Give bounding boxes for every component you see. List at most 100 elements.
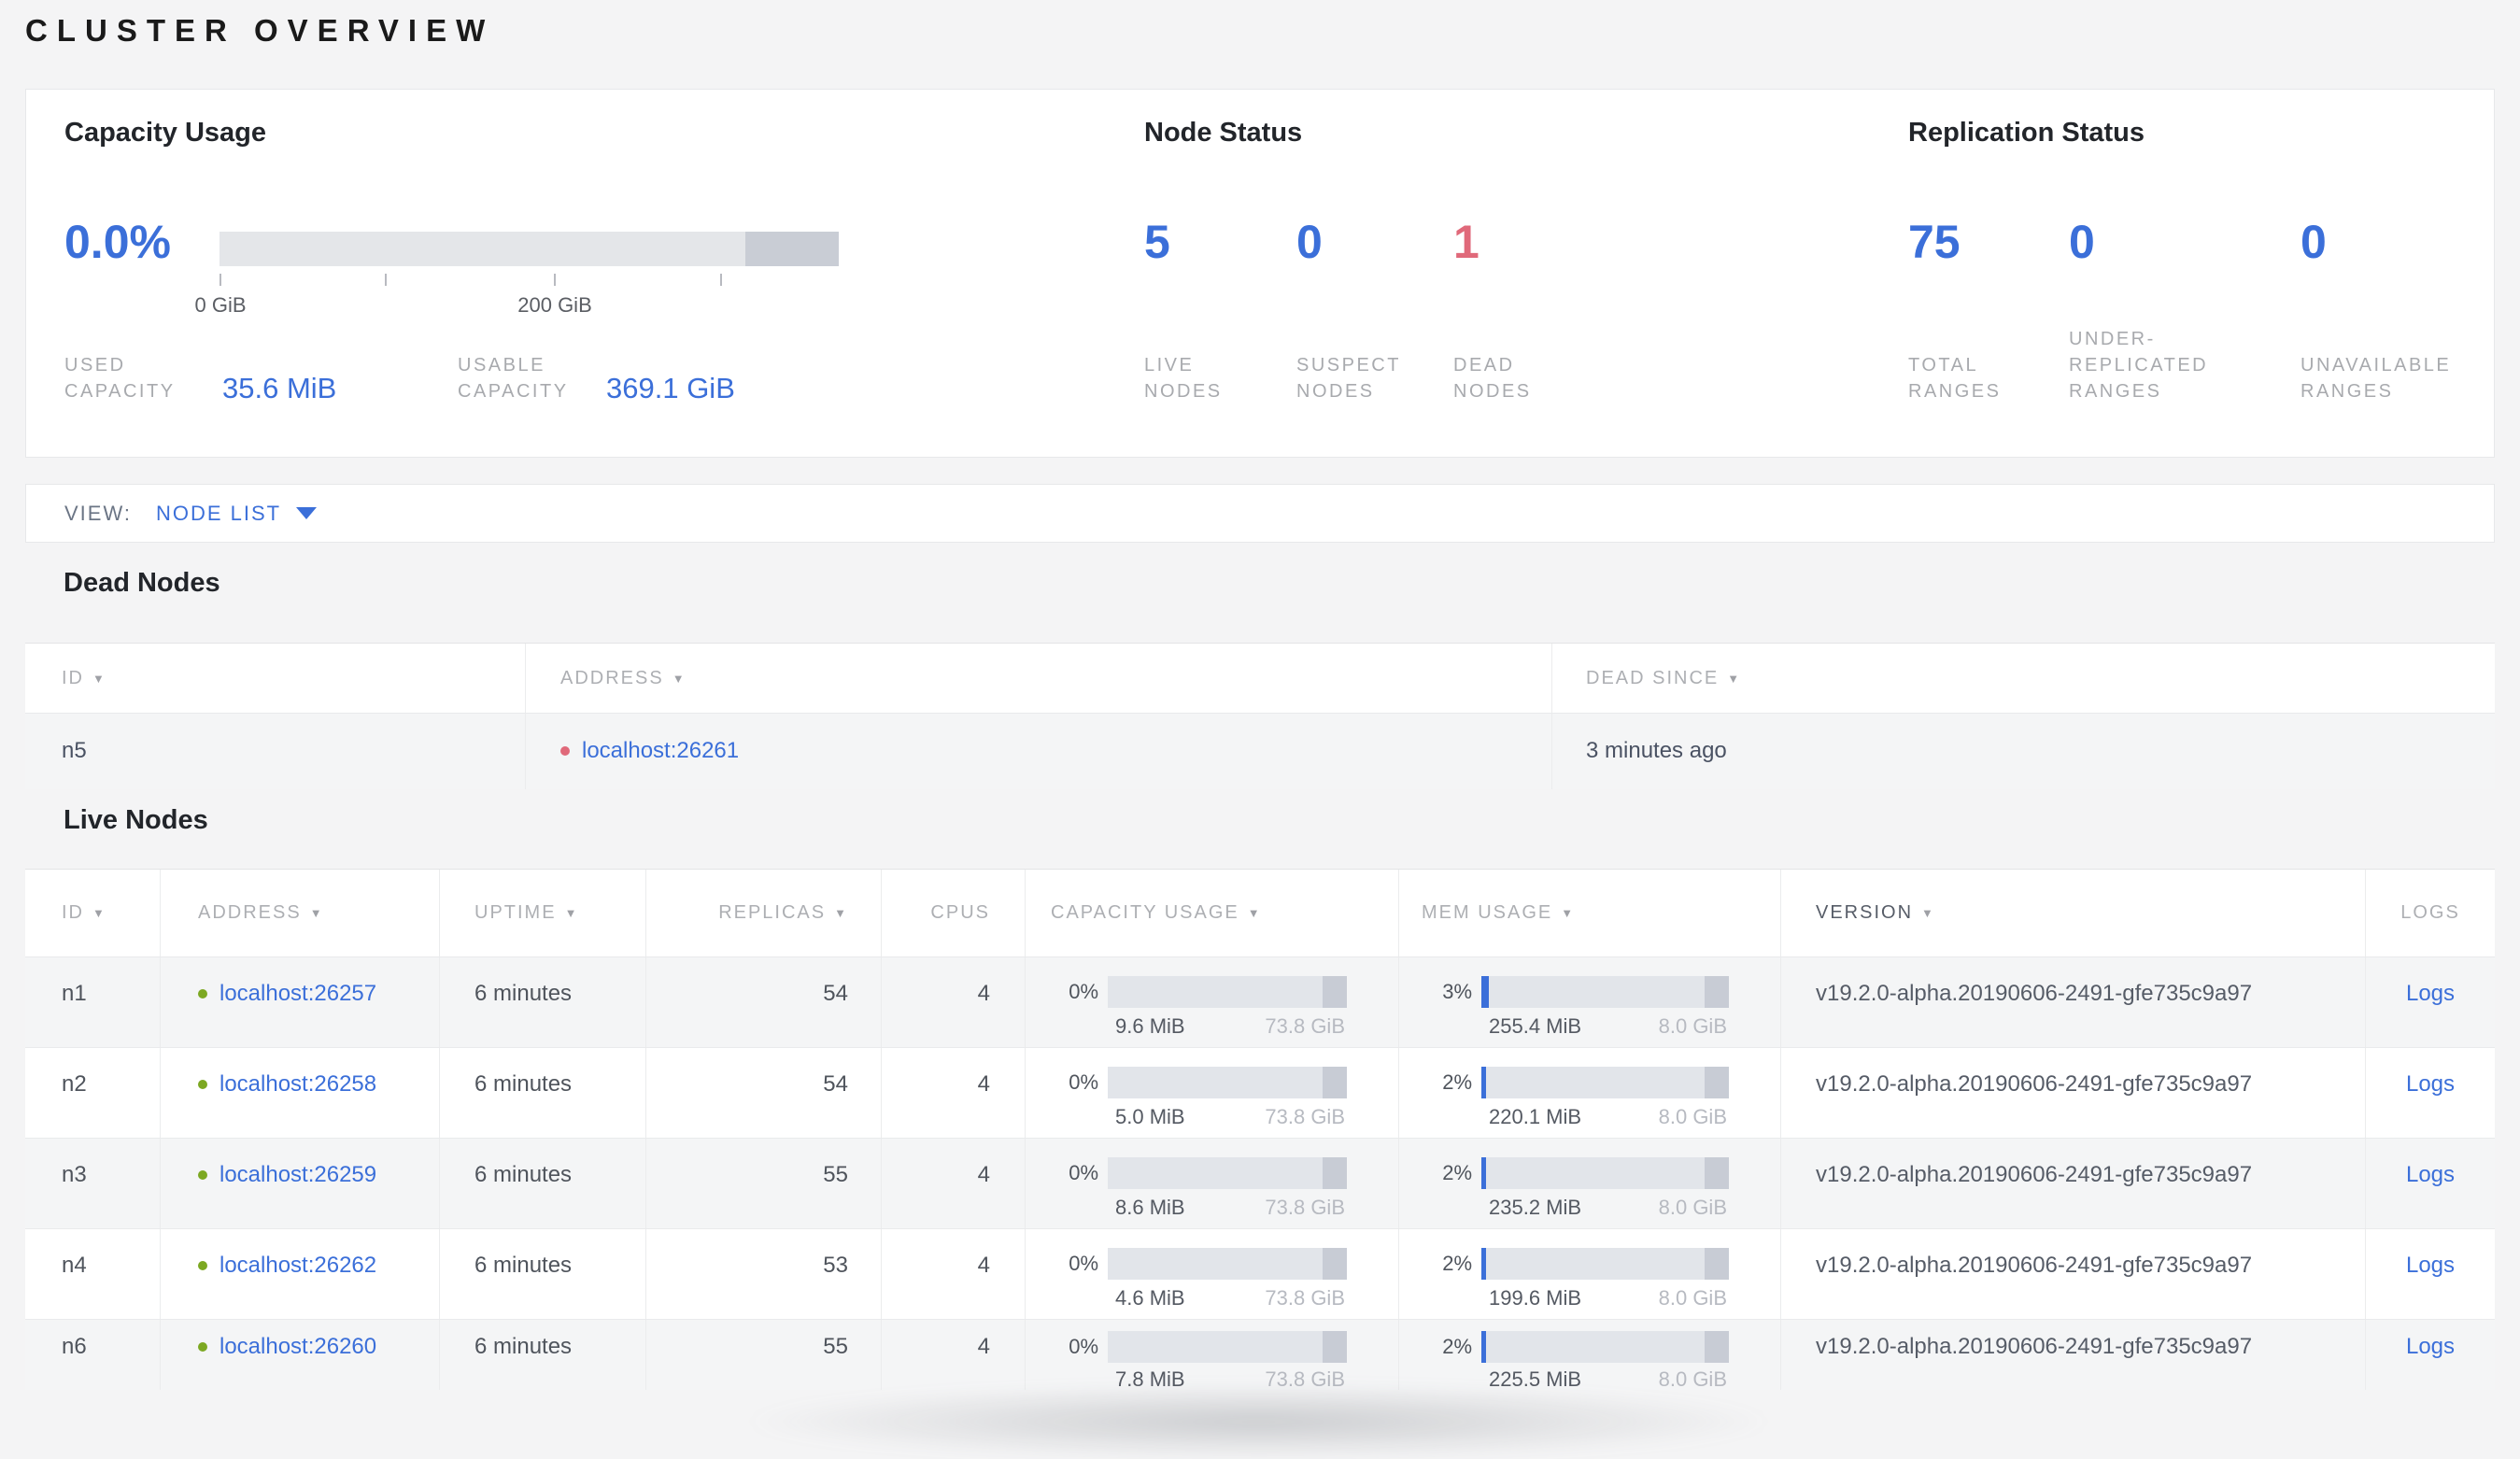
axis-tick-label: 200 GiB <box>517 293 592 317</box>
mem-used-value: 255.4 MiB <box>1489 1014 1582 1038</box>
live-nodes-count: 5 <box>1144 216 1170 268</box>
mem-usage-cell: 3% 255.4 MiB 8.0 GiB <box>1399 957 1781 1047</box>
column-header-capacity-usage[interactable]: CAPACITY USAGE ▼ <box>1026 870 1399 956</box>
mem-total-value: 8.0 GiB <box>1658 1196 1727 1219</box>
capacity-percent: 0% <box>1069 1161 1098 1184</box>
live-status-dot-icon <box>198 1170 207 1180</box>
logs-link[interactable]: Logs <box>2406 1162 2455 1187</box>
capacity-total-value: 73.8 GiB <box>1265 1286 1345 1310</box>
column-header-uptime[interactable]: UPTIME ▼ <box>440 870 646 956</box>
logs-cell: Logs <box>2366 957 2495 1047</box>
axis-tick <box>219 274 221 286</box>
live-status-dot-icon <box>198 989 207 999</box>
table-row: n6 localhost:26260 6 minutes 55 4 0% 7.8… <box>25 1319 2495 1390</box>
replicas-cell: 53 <box>646 1229 882 1319</box>
uptime-cell: 6 minutes <box>440 1229 646 1319</box>
logs-link[interactable]: Logs <box>2406 1253 2455 1278</box>
cluster-capacity-bar: 0 GiB 200 GiB <box>194 232 839 317</box>
live-status-dot-icon <box>198 1261 207 1270</box>
used-capacity-label: USED CAPACITY <box>64 355 176 402</box>
node-address-link[interactable]: localhost:26262 <box>219 1253 376 1278</box>
capacity-bar <box>1108 1331 1347 1363</box>
version-cell: v19.2.0-alpha.20190606-2491-gfe735c9a97 <box>1781 1048 2366 1138</box>
mem-bar-fill <box>1481 1157 1487 1189</box>
node-id-cell: n1 <box>25 957 161 1047</box>
capacity-used-value: 5.0 MiB <box>1115 1105 1185 1128</box>
node-status-title: Node Status <box>1144 118 1303 148</box>
mem-used-value: 220.1 MiB <box>1489 1105 1582 1128</box>
node-address-link[interactable]: localhost:26260 <box>219 1334 376 1359</box>
node-address-link[interactable]: localhost:26258 <box>219 1071 376 1097</box>
logs-cell: Logs <box>2366 1229 2495 1319</box>
column-header-mem-usage[interactable]: MEM USAGE ▼ <box>1399 870 1781 956</box>
mem-bar-fill <box>1481 1067 1487 1098</box>
sort-desc-icon: ▼ <box>564 906 579 920</box>
column-header-address[interactable]: ADDRESS ▼ <box>161 870 440 956</box>
logs-link[interactable]: Logs <box>2406 1071 2455 1097</box>
sort-desc-icon: ▼ <box>92 906 106 920</box>
cpus-cell: 4 <box>882 1229 1026 1319</box>
node-address-cell: localhost:26261 <box>526 714 1552 789</box>
capacity-bar <box>1108 976 1347 1008</box>
column-header-replicas[interactable]: REPLICAS ▼ <box>646 870 882 956</box>
capacity-used-value: 9.6 MiB <box>1115 1014 1185 1038</box>
capacity-bar <box>1108 1067 1347 1098</box>
mem-percent: 2% <box>1442 1161 1472 1184</box>
capacity-percent: 0.0% <box>64 216 171 268</box>
capacity-usage-cell: 0% 7.8 MiB 73.8 GiB <box>1026 1320 1399 1390</box>
node-address-link[interactable]: localhost:26257 <box>219 981 376 1006</box>
live-nodes-label: LIVE NODES <box>1144 355 1223 402</box>
node-address-link[interactable]: localhost:26261 <box>582 738 739 763</box>
dead-nodes-count: 1 <box>1453 216 1479 268</box>
dead-nodes-label: DEAD NODES <box>1453 355 1532 402</box>
capacity-bar-reserved-segment <box>1323 1067 1347 1098</box>
node-address-cell: localhost:26259 <box>161 1139 440 1228</box>
capacity-usage-cell: 0% 8.6 MiB 73.8 GiB <box>1026 1139 1399 1228</box>
table-row: n5 localhost:26261 3 minutes ago <box>25 713 2495 789</box>
used-capacity-value: 35.6 MiB <box>222 372 337 404</box>
column-header-version[interactable]: VERSION ▼ <box>1781 870 2366 956</box>
cpus-cell: 4 <box>882 1139 1026 1228</box>
logs-cell: Logs <box>2366 1320 2495 1390</box>
dead-status-dot-icon <box>560 746 570 756</box>
unavailable-count: 0 <box>2301 216 2327 268</box>
capacity-percent: 0% <box>1069 1335 1098 1358</box>
mem-total-value: 8.0 GiB <box>1658 1105 1727 1128</box>
replicas-cell: 55 <box>646 1320 882 1390</box>
sort-desc-icon: ▼ <box>1921 906 1935 920</box>
node-id-cell: n3 <box>25 1139 161 1228</box>
column-header-dead-since[interactable]: DEAD SINCE ▼ <box>1552 644 2495 713</box>
logs-link[interactable]: Logs <box>2406 1334 2455 1359</box>
view-dropdown[interactable]: NODE LIST <box>156 502 281 526</box>
view-label: VIEW: <box>64 501 132 525</box>
capacity-bar-reserved-segment <box>1323 1248 1347 1280</box>
node-address-link[interactable]: localhost:26259 <box>219 1162 376 1187</box>
mem-bar <box>1481 1248 1729 1280</box>
sort-desc-icon: ▼ <box>1247 906 1262 920</box>
column-header-id[interactable]: ID ▼ <box>25 870 161 956</box>
capacity-bar-reserved-segment <box>1323 1157 1347 1189</box>
chevron-down-icon[interactable] <box>296 507 318 519</box>
suspect-nodes-count: 0 <box>1296 216 1323 268</box>
table-row: n1 localhost:26257 6 minutes 54 4 0% 9.6… <box>25 956 2495 1047</box>
capacity-percent: 0% <box>1069 980 1098 1003</box>
mem-bar-reserved-segment <box>1705 1331 1729 1363</box>
logs-cell: Logs <box>2366 1048 2495 1138</box>
replicas-cell: 54 <box>646 1048 882 1138</box>
node-id-cell: n6 <box>25 1320 161 1390</box>
summary-card: Capacity Usage 0.0% 0 GiB 200 GiB USED C… <box>25 89 2495 458</box>
mem-used-value: 235.2 MiB <box>1489 1196 1582 1219</box>
live-nodes-table-header: ID ▼ ADDRESS ▼ UPTIME ▼ REPLICAS ▼ CPUS CAPA… <box>25 870 2495 956</box>
mem-usage-cell: 2% 225.5 MiB 8.0 GiB <box>1399 1320 1781 1390</box>
capacity-total-value: 73.8 GiB <box>1265 1196 1345 1219</box>
mem-percent: 2% <box>1442 1335 1472 1358</box>
axis-tick <box>385 274 387 286</box>
axis-tick <box>720 274 722 286</box>
sort-desc-icon: ▼ <box>1561 906 1576 920</box>
usable-capacity-value: 369.1 GiB <box>606 372 735 404</box>
logs-link[interactable]: Logs <box>2406 981 2455 1006</box>
sort-desc-icon: ▼ <box>309 906 324 920</box>
column-header-id[interactable]: ID ▼ <box>25 644 526 713</box>
mem-usage-cell: 2% 199.6 MiB 8.0 GiB <box>1399 1229 1781 1319</box>
column-header-address[interactable]: ADDRESS ▼ <box>526 644 1552 713</box>
